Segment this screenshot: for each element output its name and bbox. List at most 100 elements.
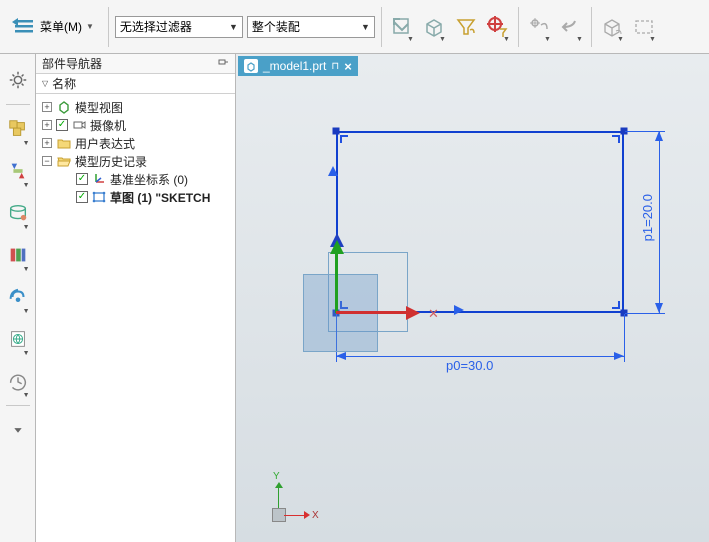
graphics-area: _model1.prt ⊓ ×: [236, 54, 709, 542]
view-triad[interactable]: X Y: [266, 476, 316, 526]
settings-gear-button[interactable]: [3, 60, 33, 100]
filter-funnel-button[interactable]: [452, 7, 480, 47]
navigator-tree: + 模型视图 + ✓ 摄像机 + 用户表达式 − 模型历史记录 ✓: [36, 94, 235, 542]
datum-csys-icon: [91, 171, 107, 187]
tree-label: 基准坐标系 (0): [110, 171, 188, 188]
part-navigator-panel: 部件导航器 ▽ 名称 + 模型视图 + ✓ 摄像机 +: [36, 54, 236, 542]
tree-row-model-views[interactable]: + 模型视图: [36, 98, 235, 116]
caret-down-icon: ▼: [23, 350, 30, 357]
constraint-navigator-button[interactable]: ▼: [3, 151, 33, 191]
scope-value: 整个装配: [252, 18, 300, 35]
tree-label: 用户表达式: [75, 135, 135, 152]
tree-label: 模型视图: [75, 99, 123, 116]
menu-button[interactable]: 菜单(M) ▼: [4, 7, 102, 47]
folder-open-icon: [56, 153, 72, 169]
perpendicular-constraint-icon: [340, 135, 350, 145]
top-toolbar: 菜单(M) ▼ 无选择过滤器 ▼ 整个装配 ▼ ▼ ▼ ▼ ▼ ▼ ▼ ▼: [0, 0, 709, 54]
filter-value: 无选择过滤器: [120, 18, 192, 35]
pin-icon[interactable]: ⊓: [331, 61, 339, 72]
dimension-extension: [624, 314, 625, 362]
dimension-arrow-icon: [614, 352, 624, 360]
menu-label: 菜单(M): [40, 18, 82, 35]
dimension-extension: [625, 313, 665, 314]
caret-down-icon: ▼: [86, 22, 94, 31]
caret-down-icon: ▼: [361, 22, 370, 32]
toolbar-divider: [108, 7, 109, 47]
perpendicular-constraint-icon: [610, 299, 620, 309]
caret-down-icon: ▼: [407, 36, 414, 43]
sketch-rectangle[interactable]: [336, 131, 624, 313]
expand-toggle[interactable]: +: [42, 102, 52, 112]
navigator-title: 部件导航器: [42, 55, 102, 72]
triad-y-axis: [278, 486, 279, 508]
collapse-toggle[interactable]: −: [42, 156, 52, 166]
fixed-constraint-icon: ✕: [428, 306, 439, 322]
tree-row-sketch[interactable]: ✓ 草图 (1) "SKETCH: [36, 188, 235, 206]
dimension-arrow-icon: [336, 352, 346, 360]
checkbox[interactable]: ✓: [76, 173, 88, 185]
scope-dropdown[interactable]: 整个装配 ▼: [247, 16, 375, 38]
checkbox[interactable]: ✓: [76, 191, 88, 203]
selection-box-button[interactable]: ▼: [388, 7, 416, 47]
caret-down-icon: ▼: [576, 36, 583, 43]
close-icon[interactable]: ×: [344, 59, 352, 74]
file-tab-bar: _model1.prt ⊓ ×: [236, 54, 709, 76]
triad-y-label: Y: [273, 471, 280, 482]
navigator-column-header[interactable]: ▽ 名称: [36, 74, 235, 94]
triad-x-label: X: [312, 510, 319, 521]
triad-y-arrow: [275, 482, 283, 488]
graphics-canvas[interactable]: p0=30.0 p1=20.0: [236, 76, 709, 542]
dimension-arrow-icon: [655, 303, 663, 313]
direction-arrow-icon: [454, 305, 464, 315]
more-button[interactable]: [3, 410, 33, 450]
dimension-line[interactable]: [659, 131, 660, 313]
dimension-text-p1[interactable]: p1=20.0: [640, 194, 655, 241]
main-area: ▼ ▼ ▼ ▼ ▼ ▼ ▼: [0, 54, 709, 542]
camera-icon: [71, 117, 87, 133]
hd3d-button[interactable]: ▼: [3, 277, 33, 317]
sketch-icon: [91, 189, 107, 205]
caret-down-icon: ▼: [23, 224, 30, 231]
filter-crosshair-button[interactable]: ▼: [484, 7, 512, 47]
dimension-text-p0[interactable]: p0=30.0: [446, 358, 493, 373]
caret-down-icon: ▼: [617, 36, 624, 43]
tree-row-cameras[interactable]: + ✓ 摄像机: [36, 116, 235, 134]
checkbox[interactable]: ✓: [56, 119, 68, 131]
part-file-icon: [244, 59, 258, 73]
file-tab[interactable]: _model1.prt ⊓ ×: [238, 56, 358, 76]
tree-row-user-expressions[interactable]: + 用户表达式: [36, 134, 235, 152]
pin-icon[interactable]: [217, 56, 229, 71]
wireframe-cube-button[interactable]: ▼: [598, 7, 626, 47]
selection-block-button[interactable]: ▼: [420, 7, 448, 47]
triad-x-axis: [284, 515, 306, 516]
expand-toggle[interactable]: +: [42, 120, 52, 130]
column-name-label: 名称: [52, 75, 76, 92]
dimension-line[interactable]: [336, 356, 624, 357]
toolbar-divider: [518, 7, 519, 47]
selection-rect-button[interactable]: ▼: [630, 7, 658, 47]
triangle-down-icon: ▽: [42, 79, 48, 88]
web-browser-button[interactable]: ▼: [3, 319, 33, 359]
caret-down-icon: ▼: [23, 308, 30, 315]
direction-arrow-icon: [328, 166, 338, 176]
expand-toggle[interactable]: +: [42, 138, 52, 148]
tree-row-datum-csys[interactable]: ✓ 基准坐标系 (0): [36, 170, 235, 188]
assembly-navigator-button[interactable]: ▼: [3, 109, 33, 149]
folder-icon: [56, 135, 72, 151]
snap-point-button[interactable]: ▼: [525, 7, 553, 47]
caret-down-icon: ▼: [23, 182, 30, 189]
reuse-library-button[interactable]: ▼: [3, 235, 33, 275]
tree-label: 草图 (1) "SKETCH: [110, 189, 210, 206]
strip-divider: [6, 104, 30, 105]
tree-label: 模型历史记录: [75, 153, 147, 170]
undo-button[interactable]: ▼: [557, 7, 585, 47]
filter-dropdown[interactable]: 无选择过滤器 ▼: [115, 16, 243, 38]
caret-down-icon: ▼: [503, 36, 510, 43]
sketch-vertex[interactable]: [333, 128, 340, 135]
part-navigator-button[interactable]: ▼: [3, 193, 33, 233]
caret-down-icon: ▼: [23, 266, 30, 273]
navigator-header: 部件导航器: [36, 54, 235, 74]
file-tab-label: _model1.prt: [263, 59, 326, 73]
history-button[interactable]: ▼: [3, 361, 33, 401]
tree-row-model-history[interactable]: − 模型历史记录: [36, 152, 235, 170]
